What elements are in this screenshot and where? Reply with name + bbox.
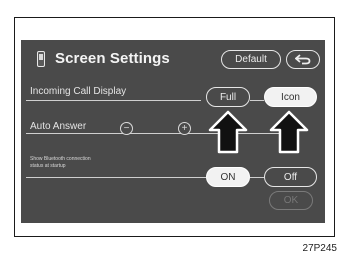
figure-caption: 27P245 bbox=[302, 243, 337, 254]
row-divider bbox=[250, 177, 264, 178]
auto-answer-minus-button[interactable]: − bbox=[120, 122, 133, 135]
incoming-full-button[interactable]: Full bbox=[206, 87, 250, 107]
bt-status-off-button[interactable]: Off bbox=[264, 167, 317, 187]
row-divider bbox=[250, 100, 264, 101]
row-divider bbox=[26, 100, 201, 101]
back-arrow-icon bbox=[295, 54, 311, 65]
bt-status-on-button[interactable]: ON bbox=[206, 167, 250, 187]
arrow-up-icon bbox=[269, 110, 309, 154]
default-button[interactable]: Default bbox=[221, 50, 281, 69]
auto-answer-plus-button[interactable]: + bbox=[178, 122, 191, 135]
incoming-icon-button[interactable]: Icon bbox=[264, 87, 317, 107]
incoming-call-display-label: Incoming Call Display bbox=[30, 86, 127, 97]
ok-button[interactable]: OK bbox=[269, 191, 313, 210]
bt-status-label-line1: Show Bluetooth connection bbox=[30, 156, 91, 162]
phone-icon bbox=[37, 51, 45, 67]
back-button[interactable] bbox=[286, 50, 320, 69]
row-divider bbox=[26, 177, 206, 178]
screen-settings-panel: Screen Settings Default Incoming Call Di… bbox=[21, 40, 325, 223]
auto-answer-label: Auto Answer bbox=[30, 121, 87, 132]
bt-status-label-line2: status at startup bbox=[30, 163, 66, 169]
arrow-up-icon bbox=[208, 110, 248, 154]
page-title: Screen Settings bbox=[55, 50, 170, 67]
